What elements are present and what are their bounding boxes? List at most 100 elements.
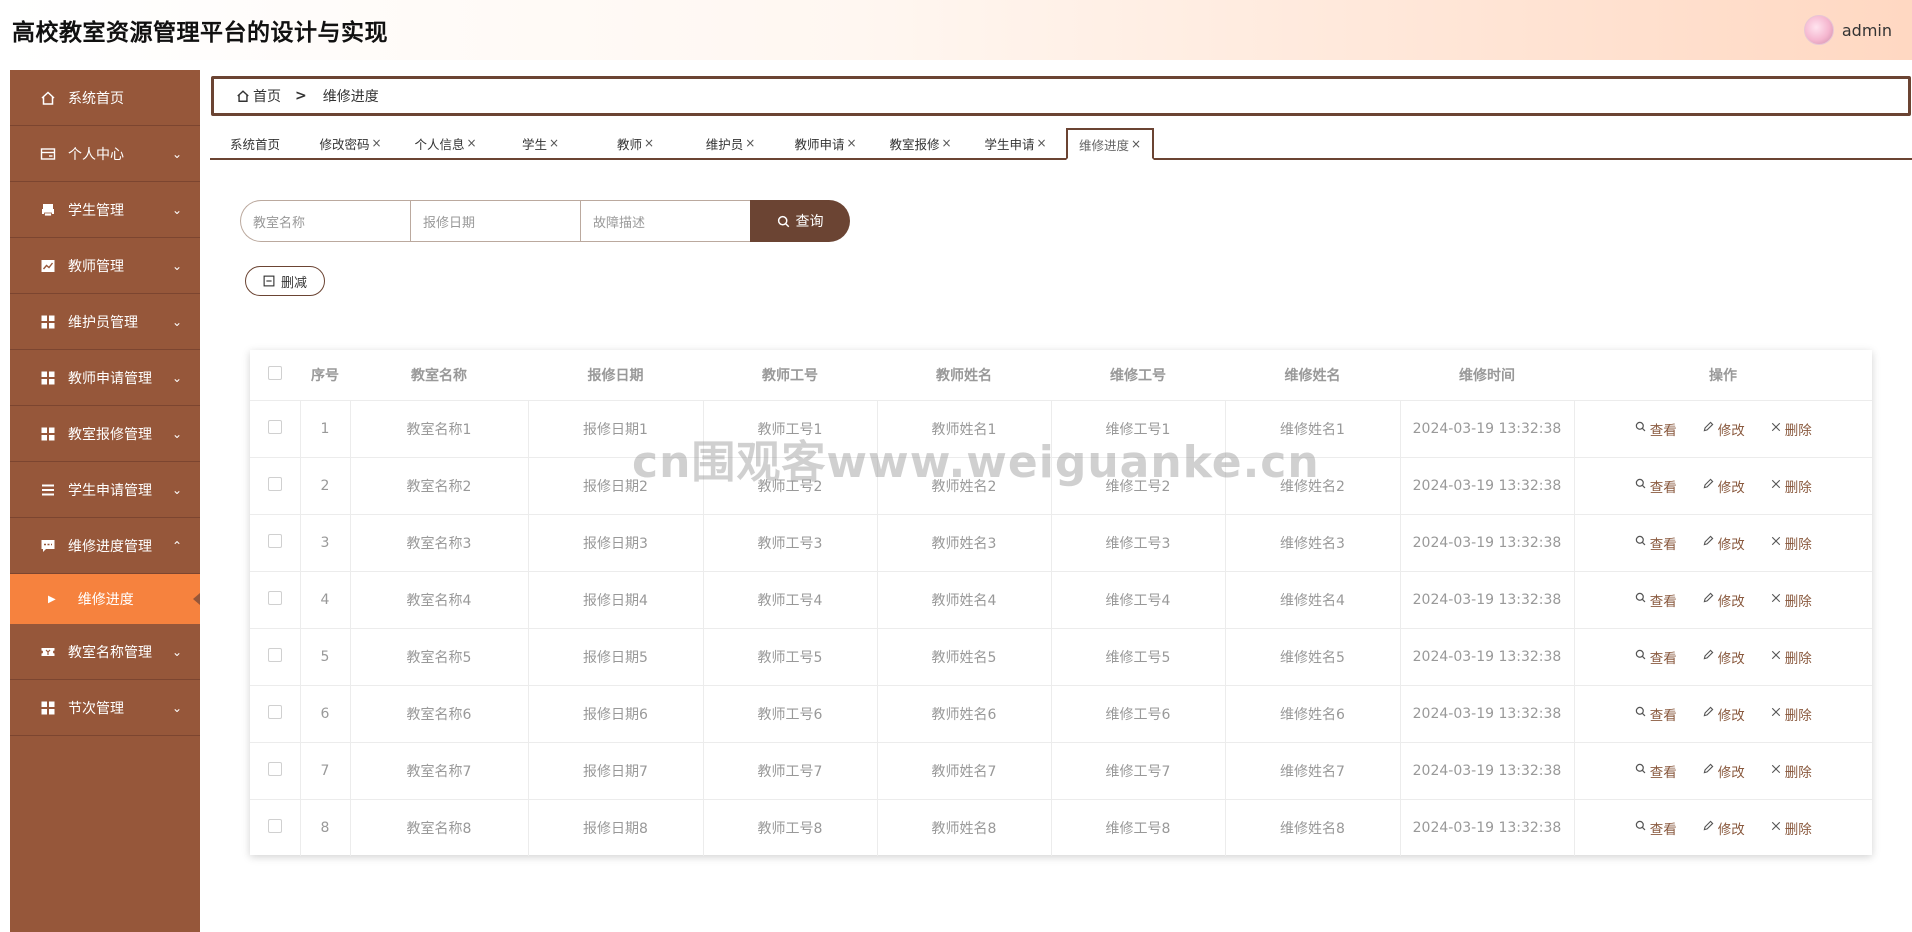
row-actions: 查看 修改 删除: [1574, 513, 1872, 571]
close-icon[interactable]: ×: [745, 136, 755, 150]
edit-button[interactable]: 修改: [1703, 761, 1745, 781]
row-checkbox[interactable]: [267, 761, 282, 776]
close-icon[interactable]: ×: [549, 136, 559, 150]
sidebar-item-student-application[interactable]: 学生申请管理 ⌄: [10, 462, 200, 518]
delete-button[interactable]: 删除: [1771, 533, 1812, 553]
row-checkbox[interactable]: [267, 704, 282, 719]
sidebar-item-classroom-repair[interactable]: 教室报修管理 ⌄: [10, 406, 200, 462]
view-button[interactable]: 查看: [1635, 419, 1677, 439]
id-card-icon: [40, 146, 56, 162]
sidebar-item-teacher-application[interactable]: 教师申请管理 ⌄: [10, 350, 200, 406]
delete-button[interactable]: 删除: [1771, 761, 1812, 781]
breadcrumb-home[interactable]: 首页: [253, 86, 281, 106]
username[interactable]: admin: [1842, 21, 1892, 40]
view-label: 查看: [1649, 479, 1677, 496]
table-cell: 维修姓名2: [1225, 456, 1401, 514]
sidebar-subitem-repair-progress[interactable]: ▶ 维修进度: [10, 574, 200, 624]
edit-button[interactable]: 修改: [1703, 533, 1745, 553]
search-icon: [1635, 535, 1646, 550]
sidebar-item-period[interactable]: 节次管理 ⌄: [10, 680, 200, 736]
tab-change-password[interactable]: 修改密码 ×: [306, 128, 395, 158]
sidebar-item-repair-progress[interactable]: 维修进度管理 ⌃: [10, 518, 200, 574]
avatar[interactable]: [1803, 15, 1834, 45]
view-button[interactable]: 查看: [1635, 533, 1677, 553]
sidebar-item-personal-center[interactable]: 个人中心 ⌄: [10, 126, 200, 182]
view-button[interactable]: 查看: [1635, 590, 1677, 610]
sidebar-subitem-label: 维修进度: [77, 592, 134, 608]
select-all-checkbox[interactable]: [268, 365, 282, 380]
fault-description-input[interactable]: 故障描述: [580, 200, 750, 242]
column-header: 维修时间: [1459, 367, 1515, 384]
delete-button[interactable]: 删除: [1771, 590, 1812, 610]
table-cell: 教室名称6: [350, 684, 529, 742]
sidebar-item-student[interactable]: 学生管理 ⌄: [10, 182, 200, 238]
delete-button[interactable]: 删除: [1771, 647, 1812, 667]
close-icon[interactable]: ×: [846, 136, 856, 150]
row-checkbox[interactable]: [267, 533, 282, 548]
edit-icon: [1703, 535, 1714, 550]
view-button[interactable]: 查看: [1635, 761, 1677, 781]
view-button[interactable]: 查看: [1635, 647, 1677, 667]
grid-icon: [40, 314, 56, 330]
edit-icon: [1703, 421, 1714, 436]
edit-button[interactable]: 修改: [1703, 818, 1745, 838]
edit-button[interactable]: 修改: [1703, 419, 1745, 439]
table-cell: 2024-03-19 13:32:38: [1400, 798, 1575, 856]
edit-button[interactable]: 修改: [1703, 704, 1745, 724]
row-checkbox[interactable]: [267, 818, 282, 833]
table-cell: 2024-03-19 13:32:38: [1400, 627, 1575, 685]
column-header: 维修姓名: [1284, 367, 1341, 384]
data-table: 序号 教室名称 报修日期 教师工号 教师姓名 维修工号 维修姓名 维修时间 操作…: [250, 350, 1872, 856]
table-cell: 教室名称7: [350, 741, 529, 799]
tab-teacher[interactable]: 教师 ×: [591, 128, 680, 158]
tab-repair-progress[interactable]: 维修进度 ×: [1066, 128, 1154, 160]
edit-button[interactable]: 修改: [1703, 476, 1745, 496]
tab-personal-info[interactable]: 个人信息 ×: [401, 128, 490, 158]
close-icon[interactable]: ×: [466, 136, 476, 150]
edit-button[interactable]: 修改: [1703, 590, 1745, 610]
repair-date-input[interactable]: 报修日期: [410, 200, 580, 242]
close-icon[interactable]: ×: [644, 136, 654, 150]
classroom-name-input[interactable]: 教室名称: [240, 200, 410, 242]
row-checkbox[interactable]: [267, 590, 282, 605]
tab-teacher-application[interactable]: 教师申请 ×: [781, 128, 870, 158]
tab-student[interactable]: 学生 ×: [496, 128, 585, 158]
table-row: 6 教室名称6 报修日期6 教师工号6 教师姓名6 维修工号6 维修姓名6 2024-03-1…: [250, 684, 1872, 742]
table-cell: 2024-03-19 13:32:38: [1400, 456, 1575, 514]
sidebar-item-maintainer[interactable]: 维护员管理 ⌄: [10, 294, 200, 350]
tab-classroom-repair[interactable]: 教室报修 ×: [876, 128, 965, 158]
row-checkbox[interactable]: [267, 419, 282, 434]
close-icon: [1771, 706, 1781, 721]
table-cell: 2024-03-19 13:32:38: [1400, 741, 1575, 799]
close-icon[interactable]: ×: [1131, 137, 1141, 151]
row-select-cell: [250, 399, 301, 457]
delete-button[interactable]: 删除: [1771, 704, 1812, 724]
tab-home[interactable]: 系统首页: [210, 128, 300, 158]
close-icon[interactable]: ×: [371, 136, 381, 150]
sidebar-item-label: 节次管理: [68, 700, 124, 717]
sidebar: 系统首页 个人中心 ⌄ 学生管理 ⌄ 教师管理 ⌄ 维护员管理 ⌄ 教师申请管理…: [10, 70, 200, 932]
delete-button[interactable]: 删除: [1771, 818, 1812, 838]
sidebar-item-home[interactable]: 系统首页: [10, 70, 200, 126]
delete-button[interactable]: 删除: [1771, 476, 1812, 496]
view-button[interactable]: 查看: [1635, 818, 1677, 838]
sidebar-item-teacher[interactable]: 教师管理 ⌄: [10, 238, 200, 294]
view-button[interactable]: 查看: [1635, 476, 1677, 496]
batch-delete-button[interactable]: 删减: [245, 266, 325, 296]
view-button[interactable]: 查看: [1635, 704, 1677, 724]
search-icon: [1635, 421, 1646, 436]
sidebar-item-classroom-name[interactable]: 教室名称管理 ⌄: [10, 624, 200, 680]
tab-maintainer[interactable]: 维护员 ×: [686, 128, 775, 158]
tab-student-application[interactable]: 学生申请 ×: [971, 128, 1060, 158]
table-cell: 4: [300, 570, 351, 628]
home-icon[interactable]: [236, 89, 250, 103]
close-icon[interactable]: ×: [941, 136, 951, 150]
edit-button[interactable]: 修改: [1703, 647, 1745, 667]
delete-button[interactable]: 删除: [1771, 419, 1812, 439]
close-icon[interactable]: ×: [1036, 136, 1046, 150]
search-button[interactable]: 查询: [750, 200, 850, 242]
user-menu[interactable]: admin: [1803, 15, 1892, 45]
row-checkbox[interactable]: [267, 647, 282, 662]
row-checkbox[interactable]: [267, 476, 282, 491]
table-cell: 维修工号4: [1051, 570, 1226, 628]
